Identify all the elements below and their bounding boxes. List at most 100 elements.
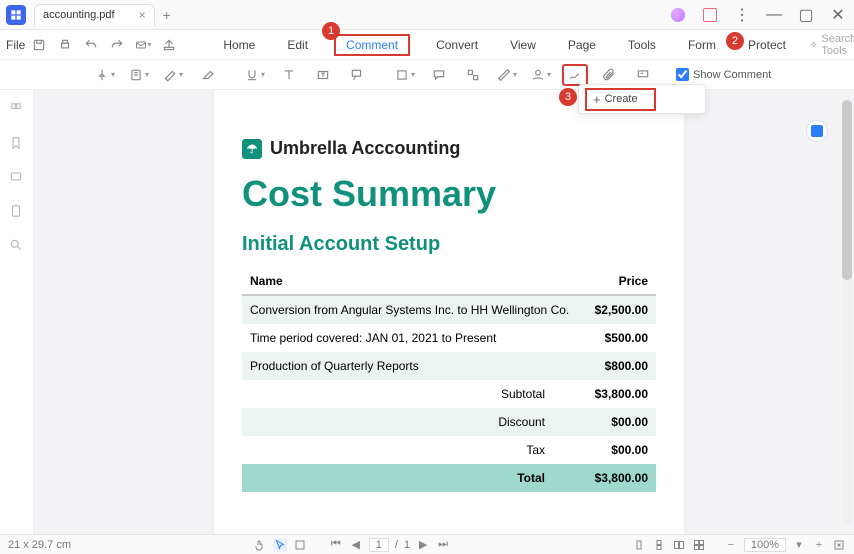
save-icon[interactable]: [31, 37, 47, 53]
print-icon[interactable]: [57, 37, 73, 53]
title-bar: accounting.pdf × + ⋮ ― ▢ ✕: [0, 0, 854, 30]
highlight-tool-icon[interactable]: ▾: [160, 64, 186, 86]
select-tool-icon[interactable]: [273, 538, 287, 552]
avatar-icon[interactable]: [668, 5, 688, 25]
gift-icon[interactable]: [700, 5, 720, 25]
menu-tools[interactable]: Tools: [622, 34, 662, 56]
table-row: Conversion from Angular Systems Inc. to …: [242, 295, 656, 324]
callout-comment: 1 Comment: [334, 34, 410, 56]
zoom-in-icon[interactable]: +: [812, 538, 826, 552]
brand-mark-icon: ☂: [242, 139, 262, 159]
app-logo: [6, 5, 26, 25]
comment-toolbar: ▾ ▾ ▾ ▾ ▾ ▾ ▾ Show Comment: [0, 60, 854, 90]
search-tools[interactable]: Search Tools: [810, 33, 854, 57]
menu-home[interactable]: Home: [217, 34, 261, 56]
underline-tool-icon[interactable]: ▾: [242, 64, 268, 86]
pdf-page: ☂ Umbrella Acccounting Cost Summary Init…: [214, 90, 684, 534]
menu-page[interactable]: Page: [562, 34, 602, 56]
bookmarks-icon[interactable]: [9, 136, 25, 152]
hide-comments-icon[interactable]: [630, 64, 656, 86]
word-sync-badge-icon[interactable]: [806, 120, 828, 142]
redo-icon[interactable]: [109, 37, 125, 53]
two-continuous-view-icon[interactable]: [692, 538, 706, 552]
attachment-tool-icon[interactable]: [596, 64, 622, 86]
callout-badge-2: 2: [726, 32, 744, 50]
window-maximize-button[interactable]: ▢: [796, 5, 816, 25]
single-page-view-icon[interactable]: [632, 538, 646, 552]
note-tool-icon[interactable]: ▾: [126, 64, 152, 86]
table-header-row: Name Price: [242, 268, 656, 295]
close-tab-icon[interactable]: ×: [139, 8, 146, 22]
doc-section: Initial Account Setup: [242, 233, 656, 256]
area-highlight-icon[interactable]: [460, 64, 486, 86]
mail-icon[interactable]: ▾: [135, 37, 151, 53]
last-page-icon[interactable]: ⏭: [436, 538, 450, 552]
show-comment-checkbox[interactable]: [676, 68, 689, 81]
menu-protect[interactable]: Protect: [742, 34, 792, 56]
zoom-dropdown-icon[interactable]: ▾: [792, 538, 806, 552]
fit-page-icon[interactable]: [832, 538, 846, 552]
new-tab-button[interactable]: +: [163, 7, 171, 23]
window-minimize-button[interactable]: ―: [764, 5, 784, 25]
callout-badge-1: 1: [322, 22, 340, 40]
menu-edit[interactable]: Edit: [281, 34, 314, 56]
stamp-person-icon[interactable]: ▾: [528, 64, 554, 86]
signature-tool-icon[interactable]: [562, 64, 588, 86]
menu-bar: File ▾ Home Edit 1 Comment Convert View …: [0, 30, 854, 60]
reading-mode-icon[interactable]: [293, 538, 307, 552]
zoom-out-icon[interactable]: −: [724, 538, 738, 552]
two-page-view-icon[interactable]: [672, 538, 686, 552]
eraser-tool-icon[interactable]: [194, 64, 220, 86]
brand-row: ☂ Umbrella Acccounting: [242, 138, 656, 159]
hand-tool-icon[interactable]: [253, 538, 267, 552]
continuous-view-icon[interactable]: [652, 538, 666, 552]
document-tab-label: accounting.pdf: [43, 9, 115, 21]
menu-view[interactable]: View: [504, 34, 542, 56]
menu-form[interactable]: Form: [682, 34, 722, 56]
text-tool-icon[interactable]: [276, 64, 302, 86]
comments-panel-icon[interactable]: [9, 170, 25, 186]
attachments-panel-icon[interactable]: [9, 204, 25, 220]
search-panel-icon[interactable]: [9, 238, 25, 254]
table-row: Time period covered: JAN 01, 2021 to Pre…: [242, 324, 656, 352]
menu-items: Home Edit 1 Comment Convert View Page To…: [217, 34, 792, 56]
thumbnails-icon[interactable]: [9, 102, 25, 118]
document-canvas: ☂ Umbrella Acccounting Cost Summary Init…: [34, 90, 854, 534]
zoom-level[interactable]: 100%: [744, 538, 786, 552]
measure-tool-icon[interactable]: ▾: [494, 64, 520, 86]
col-name: Name: [242, 268, 585, 295]
next-page-icon[interactable]: ▶: [416, 538, 430, 552]
vertical-scrollbar[interactable]: [842, 100, 852, 524]
left-sidebar: [0, 90, 34, 534]
doc-title: Cost Summary: [242, 173, 656, 215]
current-page[interactable]: 1: [369, 538, 389, 552]
show-comment-toggle[interactable]: Show Comment: [676, 68, 771, 81]
total-pages: 1: [404, 539, 410, 551]
sparkle-icon: [810, 39, 817, 51]
window-close-button[interactable]: ✕: [828, 5, 848, 25]
comment-bubble-icon[interactable]: [426, 64, 452, 86]
textbox-tool-icon[interactable]: [310, 64, 336, 86]
document-tab[interactable]: accounting.pdf ×: [34, 4, 155, 26]
main-area: ☂ Umbrella Acccounting Cost Summary Init…: [0, 90, 854, 534]
menu-file[interactable]: File: [6, 38, 25, 52]
signature-dropdown: 3 + Create: [578, 84, 706, 114]
scrollbar-thumb[interactable]: [842, 100, 852, 280]
shape-tool-icon[interactable]: ▾: [392, 64, 418, 86]
create-label: Create: [605, 93, 638, 105]
callout-tool-icon[interactable]: [344, 64, 370, 86]
undo-icon[interactable]: [83, 37, 99, 53]
table-row: Production of Quarterly Reports$800.00: [242, 352, 656, 380]
menu-comment[interactable]: Comment: [340, 34, 404, 56]
show-comment-label: Show Comment: [693, 69, 771, 81]
kebab-menu-icon[interactable]: ⋮: [732, 5, 752, 25]
first-page-icon[interactable]: ⏮: [329, 538, 343, 552]
brand-name: Umbrella Acccounting: [270, 138, 460, 159]
create-signature-button[interactable]: 3 + Create: [585, 88, 656, 111]
menu-convert[interactable]: Convert: [430, 34, 484, 56]
prev-page-icon[interactable]: ◀: [349, 538, 363, 552]
discount-row: Discount$00.00: [242, 408, 656, 436]
pin-tool-icon[interactable]: ▾: [92, 64, 118, 86]
share-icon[interactable]: [161, 37, 177, 53]
status-bar: 21 x 29.7 cm ⏮ ◀ 1 / 1 ▶ ⏭ − 100% ▾ +: [0, 534, 854, 554]
